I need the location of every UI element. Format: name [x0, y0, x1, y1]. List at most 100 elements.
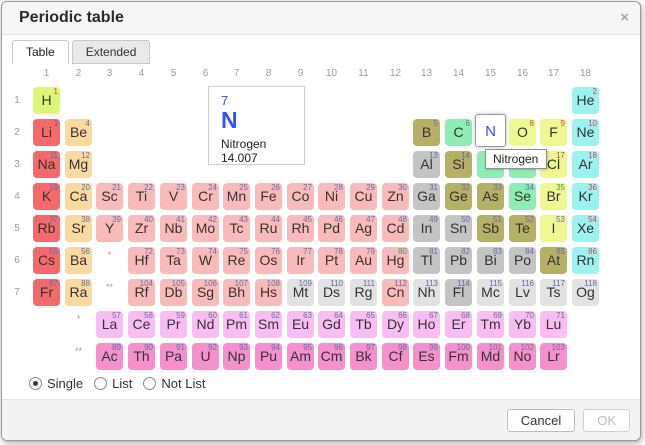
element-cell-te[interactable]: 52Te [509, 215, 536, 242]
element-cell-co[interactable]: 27Co [287, 183, 314, 210]
element-cell-zr[interactable]: 40Zr [128, 215, 155, 242]
element-cell-eu[interactable]: 63Eu [287, 311, 314, 338]
element-cell-ar[interactable]: 18Ar [572, 151, 599, 178]
element-cell-k[interactable]: 19K [33, 183, 60, 210]
element-cell-be[interactable]: 4Be [65, 119, 92, 146]
element-cell-bi[interactable]: 83Bi [477, 247, 504, 274]
element-cell-ac[interactable]: 89Ac [96, 343, 123, 370]
element-cell-rh[interactable]: 45Rh [287, 215, 314, 242]
radio-circle-icon[interactable] [143, 377, 156, 390]
element-cell-ru[interactable]: 44Ru [255, 215, 282, 242]
element-cell-as[interactable]: 33As [477, 183, 504, 210]
element-cell-mn[interactable]: 25Mn [223, 183, 250, 210]
element-cell-w[interactable]: 74W [192, 247, 219, 274]
element-cell-lv[interactable]: 116Lv [509, 279, 536, 306]
element-cell-at[interactable]: 85At [540, 247, 567, 274]
element-cell-lr[interactable]: 103Lr [540, 343, 567, 370]
element-cell-pd[interactable]: 46Pd [318, 215, 345, 242]
element-cell-nb[interactable]: 41Nb [160, 215, 187, 242]
element-cell-he[interactable]: 2He [572, 87, 599, 114]
element-cell-pa[interactable]: 91Pa [160, 343, 187, 370]
element-cell-xe[interactable]: 54Xe [572, 215, 599, 242]
element-cell-cu[interactable]: 29Cu [350, 183, 377, 210]
element-cell-fl[interactable]: 114Fl [445, 279, 472, 306]
element-cell-mg[interactable]: 12Mg [65, 151, 92, 178]
element-cell-tm[interactable]: 69Tm [477, 311, 504, 338]
ok-button[interactable]: OK [583, 409, 630, 432]
radio-not-list[interactable]: Not List [143, 376, 205, 391]
element-cell-si[interactable]: 14Si [445, 151, 472, 178]
element-cell-ne[interactable]: 10Ne [572, 119, 599, 146]
element-cell-tc[interactable]: 43Tc [223, 215, 250, 242]
radio-list[interactable]: List [94, 376, 132, 391]
element-cell-cs[interactable]: 55Cs [33, 247, 60, 274]
element-cell-bh[interactable]: 107Bh [223, 279, 250, 306]
element-cell-sn[interactable]: 50Sn [445, 215, 472, 242]
element-cell-pb[interactable]: 82Pb [445, 247, 472, 274]
element-cell-lu[interactable]: 71Lu [540, 311, 567, 338]
element-cell-h[interactable]: 1H [33, 87, 60, 114]
element-cell-cm[interactable]: 96Cm [318, 343, 345, 370]
element-cell-i[interactable]: 53I [540, 215, 567, 242]
element-cell-og[interactable]: 118Og [572, 279, 599, 306]
element-cell-ga[interactable]: 31Ga [413, 183, 440, 210]
element-cell-ir[interactable]: 77Ir [287, 247, 314, 274]
element-cell-cn[interactable]: 112Cn [382, 279, 409, 306]
element-cell-cd[interactable]: 48Cd [382, 215, 409, 242]
element-cell-ra[interactable]: 88Ra [65, 279, 92, 306]
element-cell-pt[interactable]: 78Pt [318, 247, 345, 274]
element-cell-n-hovered[interactable]: N [475, 114, 506, 147]
element-cell-mt[interactable]: 109Mt [287, 279, 314, 306]
element-cell-hs[interactable]: 108Hs [255, 279, 282, 306]
element-cell-f[interactable]: 9F [540, 119, 567, 146]
element-cell-mo[interactable]: 42Mo [192, 215, 219, 242]
element-cell-sc[interactable]: 21Sc [96, 183, 123, 210]
element-cell-po[interactable]: 84Po [509, 247, 536, 274]
element-cell-ge[interactable]: 32Ge [445, 183, 472, 210]
element-cell-ho[interactable]: 67Ho [413, 311, 440, 338]
element-cell-es[interactable]: 99Es [413, 343, 440, 370]
element-cell-ti[interactable]: 22Ti [128, 183, 155, 210]
element-cell-sg[interactable]: 106Sg [192, 279, 219, 306]
element-cell-u[interactable]: 92U [192, 343, 219, 370]
element-cell-nh[interactable]: 113Nh [413, 279, 440, 306]
element-cell-hf[interactable]: 72Hf [128, 247, 155, 274]
element-cell-tb[interactable]: 65Tb [350, 311, 377, 338]
element-cell-rg[interactable]: 111Rg [350, 279, 377, 306]
radio-single[interactable]: Single [29, 376, 83, 391]
radio-circle-icon[interactable] [29, 377, 42, 390]
element-cell-pm[interactable]: 61Pm [223, 311, 250, 338]
element-cell-dy[interactable]: 66Dy [382, 311, 409, 338]
element-cell-rn[interactable]: 86Rn [572, 247, 599, 274]
element-cell-y[interactable]: 39Y [96, 215, 123, 242]
element-cell-fe[interactable]: 26Fe [255, 183, 282, 210]
element-cell-hg[interactable]: 80Hg [382, 247, 409, 274]
element-cell-o[interactable]: 8O [509, 119, 536, 146]
element-cell-bk[interactable]: 97Bk [350, 343, 377, 370]
element-cell-ce[interactable]: 58Ce [128, 311, 155, 338]
element-cell-fr[interactable]: 87Fr [33, 279, 60, 306]
element-cell-er[interactable]: 68Er [445, 311, 472, 338]
element-cell-nd[interactable]: 60Nd [192, 311, 219, 338]
element-cell-mc[interactable]: 115Mc [477, 279, 504, 306]
element-cell-fm[interactable]: 100Fm [445, 343, 472, 370]
element-cell-tl[interactable]: 81Tl [413, 247, 440, 274]
element-cell-ni[interactable]: 28Ni [318, 183, 345, 210]
radio-circle-icon[interactable] [94, 377, 107, 390]
element-cell-se[interactable]: 34Se [509, 183, 536, 210]
element-cell-rf[interactable]: 104Rf [128, 279, 155, 306]
element-cell-pr[interactable]: 59Pr [160, 311, 187, 338]
cancel-button[interactable]: Cancel [507, 409, 575, 432]
element-cell-c[interactable]: 6C [445, 119, 472, 146]
element-cell-la[interactable]: 57La [96, 311, 123, 338]
element-cell-al[interactable]: 13Al [413, 151, 440, 178]
element-cell-cr[interactable]: 24Cr [192, 183, 219, 210]
element-cell-au[interactable]: 79Au [350, 247, 377, 274]
element-cell-re[interactable]: 75Re [223, 247, 250, 274]
element-cell-yb[interactable]: 70Yb [509, 311, 536, 338]
element-cell-li[interactable]: 3Li [33, 119, 60, 146]
element-cell-in[interactable]: 49In [413, 215, 440, 242]
element-cell-sb[interactable]: 51Sb [477, 215, 504, 242]
element-cell-os[interactable]: 76Os [255, 247, 282, 274]
element-cell-sm[interactable]: 62Sm [255, 311, 282, 338]
